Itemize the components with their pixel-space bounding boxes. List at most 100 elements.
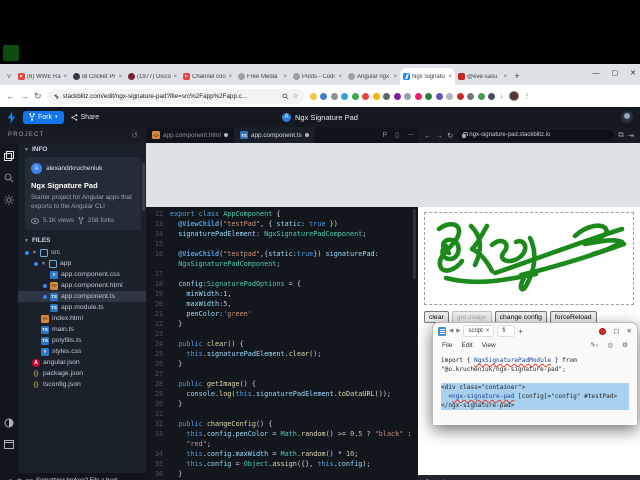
file-tree-item-app.component.ts[interactable]: TSapp.component.ts [18,291,146,302]
settings-gear-icon[interactable] [4,195,14,205]
file-tree-item-src[interactable]: ▼src [18,247,146,258]
file-tree-item-index.html[interactable]: <>index.html [18,313,146,324]
code-line[interactable]: 30 } [146,399,418,409]
tab-close-icon[interactable]: × [63,74,67,80]
file-tree-item-styles.css[interactable]: #styles.css [18,346,146,357]
info-section-header[interactable]: ▼ INFO [18,143,146,156]
code-line[interactable]: 31 [146,409,418,419]
open-in-new-window-icon[interactable]: ⧉ [618,130,623,140]
code-line[interactable]: 33 this.config.penColor = Math.random() … [146,429,418,439]
fork-button[interactable]: Fork ▾ [23,111,64,124]
code-line[interactable]: 35 this.config = Object.assign({}, this.… [146,459,418,469]
notepad-text-area[interactable]: import { NgxSignaturePadModule } from"@o… [433,351,637,415]
extension-icon[interactable] [488,93,495,100]
notepad-close-button[interactable]: ✕ [627,327,632,335]
preview-url-text[interactable]: ngx-signature-pad.stackblitz.io [469,132,550,138]
author-avatar[interactable]: A [31,163,42,174]
browser-tab[interactable]: Posts - Codi× [290,68,345,85]
notepad-titlebar[interactable]: ◀ ▶ script×fi + ▢ ✕ [433,323,637,339]
author-name[interactable]: alexandrkrucheniuk [46,165,102,172]
theme-contrast-icon[interactable] [4,418,14,428]
extension-icon[interactable] [362,93,369,100]
code-line[interactable]: 29 console.log(this.signaturePadElement.… [146,389,418,399]
preview-back-button[interactable]: ← [424,131,432,140]
bookmark-star-icon[interactable]: ☆ [292,92,298,100]
tab-search-chevron-icon[interactable]: v [3,68,15,85]
code-line[interactable]: 22 } [146,319,418,329]
url-text[interactable]: stackblitz.com/edit/ngx-signature-pad?fi… [63,93,280,100]
extension-icon[interactable] [373,93,380,100]
browser-tab[interactable]: Angular ngx× [345,68,400,85]
code-line[interactable]: 19 minWidth:1, [146,289,418,299]
files-section-header[interactable]: ▼ FILES [18,234,146,247]
preview-forward-button[interactable]: → [436,131,444,140]
code-lines[interactable]: 12export class AppComponent {13 @ViewChi… [146,209,418,480]
extension-icon[interactable] [467,93,474,100]
notepad-tab-close-icon[interactable]: × [486,328,490,334]
file-tree-item-polyfills.ts[interactable]: TSpolyfills.ts [18,335,146,346]
notepad-edit-icon[interactable]: ✎˅ [590,341,598,349]
notepad-line[interactable] [441,374,629,383]
history-icon[interactable]: ↺ [131,131,138,140]
extension-icon[interactable] [415,93,422,100]
code-line[interactable]: "red"; [146,439,418,449]
code-line[interactable]: 24 public clear() { [146,339,418,349]
minimize-button[interactable]: — [593,70,600,77]
site-info-icon[interactable] [53,93,60,100]
code-line[interactable]: 23 [146,329,418,339]
notepad-line[interactable]: <ngx-signature-pad [config]="config" #te… [441,392,629,401]
file-tree-item-package.json[interactable]: {}package.json [18,368,146,379]
stackblitz-logo-icon[interactable] [7,111,16,124]
code-line[interactable]: 26 } [146,359,418,369]
tab-close-icon[interactable]: × [283,74,287,80]
file-tree-item-app.component.css[interactable]: #app.component.css [18,269,146,280]
file-tree-item-main.ts[interactable]: TSmain.ts [18,324,146,335]
signature-canvas[interactable] [424,212,634,305]
code-line[interactable]: 34 this.config.maxWidth = Math.random() … [146,449,418,459]
code-line[interactable]: 13 @ViewChild("testPad", { static: true … [146,219,418,229]
browser-menu-icon[interactable]: ⋮ [524,92,531,100]
share-button[interactable]: Share [71,111,100,124]
tab-close-icon[interactable]: × [173,74,177,80]
code-line[interactable]: 27 [146,369,418,379]
split-editor-icon[interactable]: ▯ [391,127,403,143]
extension-icon[interactable] [457,93,464,100]
code-line[interactable]: 12export class AppComponent { [146,209,418,219]
search-icon[interactable] [282,93,289,100]
notepad-menu-edit[interactable]: Edit [461,342,472,349]
feedback-footer[interactable]: Something broken? File a bug! [0,473,146,480]
extension-icon[interactable] [404,93,411,100]
files-panel-icon[interactable] [4,151,14,161]
browser-tab[interactable]: (6) WWE Ra× [15,68,70,85]
downloads-icon[interactable]: ↓ [500,93,504,100]
file-tree-item-angular.json[interactable]: Aangular.json [18,357,146,368]
profile-avatar[interactable] [509,91,519,101]
extension-icon[interactable] [425,93,432,100]
code-editor[interactable]: 12export class AppComponent {13 @ViewChi… [146,207,418,480]
extension-icon[interactable] [383,93,390,100]
code-line[interactable]: 14 signaturePadElement: NgxSignaturePadC… [146,229,418,239]
file-tree-item-app.module.ts[interactable]: TSapp.module.ts [18,302,146,313]
user-avatar[interactable] [621,111,633,123]
tab-close-icon[interactable]: × [393,74,397,80]
code-line[interactable]: 18 config:SignaturePadOptions = { [146,279,418,289]
tab-close-icon[interactable]: × [503,74,507,80]
notepad-zoom-icon[interactable]: ◎ [608,341,614,349]
reload-button[interactable]: ↻ [34,91,42,102]
preview-url-bar[interactable]: ngx-signature-pad.stackblitz.io [457,130,614,141]
extension-icon[interactable] [394,93,401,100]
file-tree-item-app.component.html[interactable]: <>app.component.html [18,280,146,291]
extension-icon[interactable] [352,93,359,100]
browser-tab[interactable]: @eve-sasu× [455,68,510,85]
notepad-tab-script[interactable]: script× [463,325,494,337]
extension-icon[interactable] [436,93,443,100]
code-line[interactable]: 20 maxWidth:5, [146,299,418,309]
code-line[interactable]: 17 [146,269,418,279]
browser-tab[interactable]: Channel con× [180,68,235,85]
forward-button[interactable]: → [20,91,29,101]
editor-tab-app.component.html[interactable]: <>app.component.html [146,127,234,143]
new-tab-button[interactable]: + [510,68,524,85]
code-line[interactable]: 15 [146,239,418,249]
editor-scrollbar[interactable] [413,209,416,279]
back-button[interactable]: ← [6,91,15,101]
